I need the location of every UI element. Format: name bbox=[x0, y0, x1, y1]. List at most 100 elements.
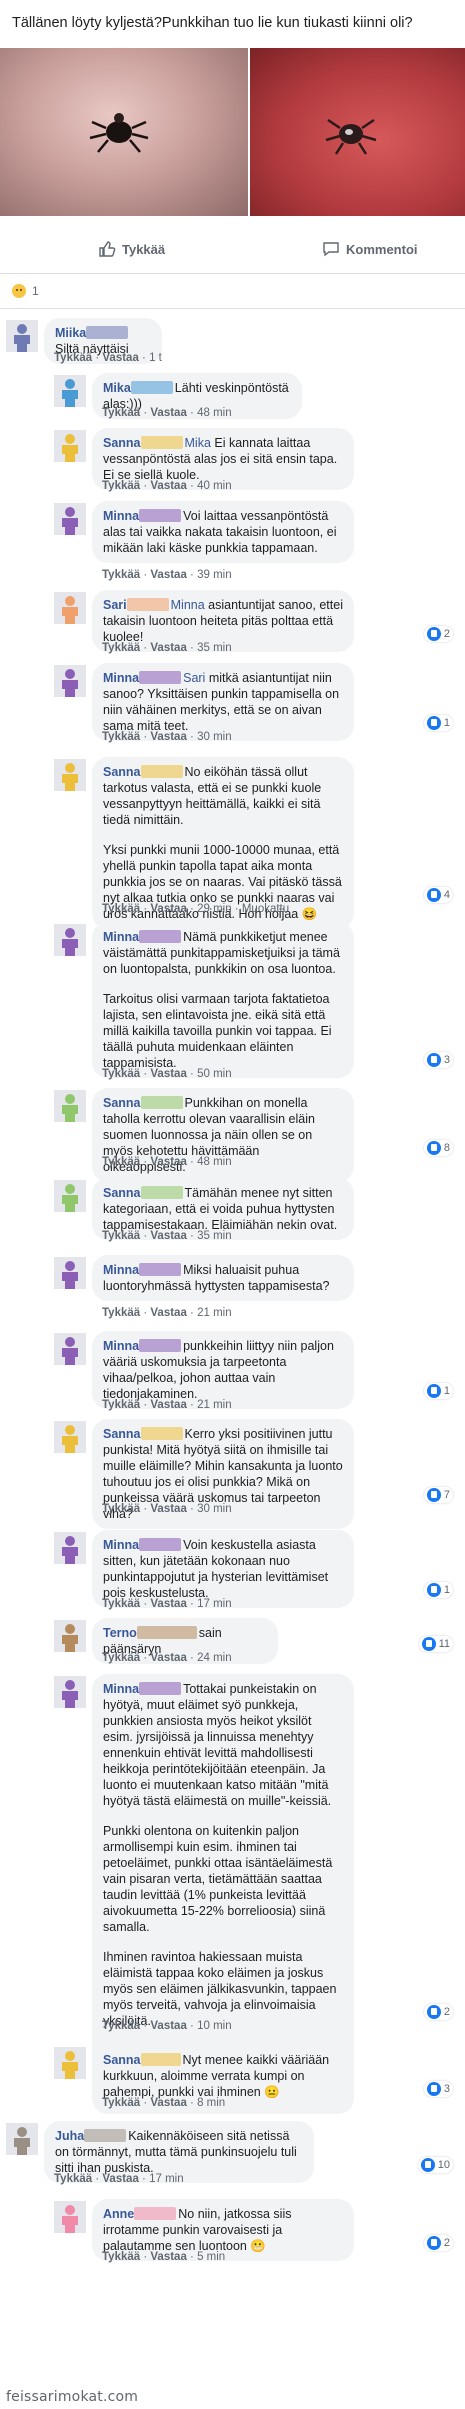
comment-author[interactable]: Mika bbox=[103, 381, 131, 395]
comment-author[interactable]: Sanna bbox=[103, 1186, 141, 1200]
comment-mention[interactable]: Sari bbox=[183, 671, 209, 685]
comment-time[interactable]: 10 min bbox=[197, 2020, 232, 2032]
comment-time[interactable]: 48 min bbox=[197, 1156, 232, 1168]
comment-like-link[interactable]: Tykkää bbox=[54, 2173, 92, 2185]
comment-reply-link[interactable]: Vastaa bbox=[150, 480, 186, 492]
avatar[interactable] bbox=[54, 592, 86, 624]
comment-time[interactable]: 30 min bbox=[197, 1503, 232, 1515]
comment-reply-link[interactable]: Vastaa bbox=[150, 903, 186, 915]
comment-author[interactable]: Sari bbox=[103, 598, 127, 612]
comment-reply-link[interactable]: Vastaa bbox=[150, 569, 186, 581]
comment-reactions[interactable]: 3 bbox=[423, 2081, 453, 2097]
comment-author[interactable]: Sanna bbox=[103, 2053, 141, 2067]
comment-like-link[interactable]: Tykkää bbox=[102, 1156, 140, 1168]
comment-time[interactable]: 8 min bbox=[197, 2097, 225, 2109]
comment-reactions[interactable]: 2 bbox=[423, 2235, 453, 2251]
comment-author[interactable]: Minna bbox=[103, 1682, 139, 1696]
comment-author[interactable]: Sanna bbox=[103, 765, 141, 779]
avatar[interactable] bbox=[54, 1421, 86, 1453]
comment-reply-link[interactable]: Vastaa bbox=[150, 731, 186, 743]
avatar[interactable] bbox=[54, 430, 86, 462]
comment-reactions[interactable]: 4 bbox=[423, 887, 453, 903]
comment-reply-link[interactable]: Vastaa bbox=[150, 1598, 186, 1610]
comment-reactions[interactable]: 3 bbox=[423, 1052, 453, 1068]
comment-reply-link[interactable]: Vastaa bbox=[150, 2097, 186, 2109]
comment-reply-link[interactable]: Vastaa bbox=[150, 1307, 186, 1319]
avatar[interactable] bbox=[54, 1180, 86, 1212]
like-button[interactable]: Tykkää bbox=[98, 240, 165, 258]
comment-reactions[interactable]: 7 bbox=[423, 1487, 453, 1503]
avatar[interactable] bbox=[54, 2047, 86, 2079]
comment-like-link[interactable]: Tykkää bbox=[102, 1652, 140, 1664]
avatar[interactable] bbox=[54, 2201, 86, 2233]
post-photos[interactable] bbox=[0, 48, 465, 216]
avatar[interactable] bbox=[54, 1257, 86, 1289]
comment-reply-link[interactable]: Vastaa bbox=[150, 2020, 186, 2032]
comment-like-link[interactable]: Tykkää bbox=[102, 731, 140, 743]
comment-reactions[interactable]: 2 bbox=[423, 2004, 453, 2020]
comment-time[interactable]: 21 min bbox=[197, 1399, 232, 1411]
comment-author[interactable]: Minna bbox=[103, 1339, 139, 1353]
comment-like-link[interactable]: Tykkää bbox=[102, 1068, 140, 1080]
tick-photo-1[interactable] bbox=[0, 48, 248, 216]
edited-label[interactable]: Muokattu bbox=[242, 903, 289, 915]
avatar[interactable] bbox=[54, 1333, 86, 1365]
comment-like-link[interactable]: Tykkää bbox=[102, 1503, 140, 1515]
comment-like-link[interactable]: Tykkää bbox=[102, 407, 140, 419]
comment-like-link[interactable]: Tykkää bbox=[102, 1598, 140, 1610]
comment-like-link[interactable]: Tykkää bbox=[102, 1399, 140, 1411]
comment-time[interactable]: 48 min bbox=[197, 407, 232, 419]
avatar[interactable] bbox=[54, 924, 86, 956]
comment-reply-link[interactable]: Vastaa bbox=[150, 1068, 186, 1080]
comment-like-link[interactable]: Tykkää bbox=[102, 2097, 140, 2109]
comment-time[interactable]: 30 min bbox=[197, 731, 232, 743]
avatar[interactable] bbox=[54, 665, 86, 697]
comment-time[interactable]: 40 min bbox=[197, 480, 232, 492]
avatar[interactable] bbox=[54, 1090, 86, 1122]
comment-time[interactable]: 39 min bbox=[197, 569, 232, 581]
comment-author[interactable]: Minna bbox=[103, 671, 139, 685]
comment-reply-link[interactable]: Vastaa bbox=[150, 1652, 186, 1664]
comment-reactions[interactable]: 1 bbox=[423, 1582, 453, 1598]
comment-time[interactable]: 1 t bbox=[149, 352, 162, 364]
comment-author[interactable]: Sanna bbox=[103, 1427, 141, 1441]
comment-time[interactable]: 21 min bbox=[197, 1307, 232, 1319]
post-reactions[interactable]: 1 bbox=[12, 284, 39, 298]
comment-like-link[interactable]: Tykkää bbox=[54, 352, 92, 364]
comment-author[interactable]: Sanna bbox=[103, 436, 141, 450]
comment-author[interactable]: Minna bbox=[103, 509, 139, 523]
comment-time[interactable]: 35 min bbox=[197, 642, 232, 654]
comment-like-link[interactable]: Tykkää bbox=[102, 1307, 140, 1319]
comment-reply-link[interactable]: Vastaa bbox=[150, 642, 186, 654]
comment-reactions[interactable]: 10 bbox=[417, 2157, 453, 2173]
comment-reply-link[interactable]: Vastaa bbox=[150, 407, 186, 419]
comment-time[interactable]: 17 min bbox=[197, 1598, 232, 1610]
comment-author[interactable]: Minna bbox=[103, 930, 139, 944]
comment-reactions[interactable]: 1 bbox=[423, 715, 453, 731]
comment-like-link[interactable]: Tykkää bbox=[102, 1230, 140, 1242]
comment-like-link[interactable]: Tykkää bbox=[102, 2251, 140, 2263]
comment-author[interactable]: Terno bbox=[103, 1626, 137, 1640]
comment-reply-link[interactable]: Vastaa bbox=[150, 1503, 186, 1515]
comment-author[interactable]: Anne bbox=[103, 2207, 134, 2221]
comment-like-link[interactable]: Tykkää bbox=[102, 480, 140, 492]
comment-author[interactable]: Minna bbox=[103, 1538, 139, 1552]
comment-time[interactable]: 35 min bbox=[197, 1230, 232, 1242]
comment-author[interactable]: Sanna bbox=[103, 1096, 141, 1110]
comment-like-link[interactable]: Tykkää bbox=[102, 2020, 140, 2032]
comment-author[interactable]: Miika bbox=[55, 326, 86, 340]
comment-time[interactable]: 24 min bbox=[197, 1652, 232, 1664]
avatar[interactable] bbox=[54, 375, 86, 407]
comment-like-link[interactable]: Tykkää bbox=[102, 569, 140, 581]
avatar[interactable] bbox=[54, 1676, 86, 1708]
comment-reply-link[interactable]: Vastaa bbox=[102, 2173, 138, 2185]
avatar[interactable] bbox=[6, 2123, 38, 2155]
avatar[interactable] bbox=[54, 1620, 86, 1652]
tick-photo-2[interactable] bbox=[250, 48, 465, 216]
comment-time[interactable]: 17 min bbox=[149, 2173, 184, 2185]
comment-reactions[interactable]: 11 bbox=[418, 1636, 453, 1652]
comment-reply-link[interactable]: Vastaa bbox=[150, 1230, 186, 1242]
comment-mention[interactable]: Mika bbox=[185, 436, 215, 450]
comment-like-link[interactable]: Tykkää bbox=[102, 903, 140, 915]
avatar[interactable] bbox=[54, 1532, 86, 1564]
